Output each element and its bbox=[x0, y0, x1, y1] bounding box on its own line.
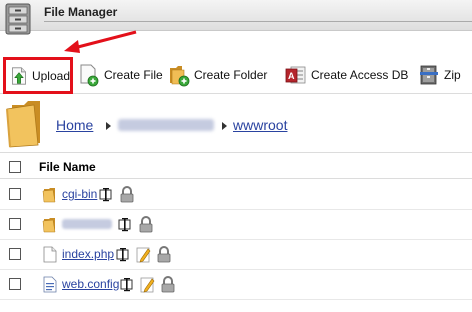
breadcrumb-domain-link[interactable] bbox=[118, 119, 214, 131]
annotation-arrow-icon bbox=[64, 30, 137, 53]
file-manager-icon bbox=[5, 3, 31, 35]
folder-icon bbox=[6, 101, 40, 148]
zip-icon bbox=[420, 65, 438, 85]
title-bar: File Manager bbox=[0, 0, 472, 35]
rename-icon[interactable] bbox=[116, 246, 132, 263]
config-file-icon bbox=[43, 276, 57, 293]
create-folder-label: Create Folder bbox=[194, 68, 268, 82]
file-link[interactable]: index.php bbox=[62, 247, 114, 261]
breadcrumb: Home wwwroot bbox=[0, 95, 472, 153]
upload-label: Upload bbox=[31, 68, 70, 83]
create-file-label: Create File bbox=[104, 68, 163, 82]
row-checkbox[interactable] bbox=[9, 278, 21, 290]
zip-button[interactable]: Zip bbox=[418, 60, 461, 90]
table-row: index.php bbox=[0, 240, 472, 270]
access-db-icon: A bbox=[285, 66, 306, 84]
row-checkbox[interactable] bbox=[9, 248, 21, 260]
breadcrumb-separator-icon bbox=[222, 122, 227, 130]
title-divider bbox=[44, 21, 472, 22]
table-row: web.config bbox=[0, 270, 472, 300]
lock-icon[interactable] bbox=[138, 216, 154, 233]
upload-button[interactable]: Upload bbox=[3, 57, 73, 94]
toolbar: Upload Create File Create Folder A Creat… bbox=[0, 56, 472, 94]
lock-icon[interactable] bbox=[156, 246, 172, 263]
table-row: cgi-bin bbox=[0, 180, 472, 210]
upload-icon bbox=[12, 66, 26, 85]
create-folder-icon bbox=[170, 66, 190, 87]
page-title: File Manager bbox=[44, 5, 118, 19]
zip-label: Zip bbox=[444, 68, 461, 82]
folder-icon bbox=[42, 218, 56, 233]
row-checkbox[interactable] bbox=[9, 188, 21, 200]
breadcrumb-separator-icon bbox=[106, 122, 111, 130]
edit-icon[interactable] bbox=[140, 276, 156, 293]
row-checkbox[interactable] bbox=[9, 218, 21, 230]
table-row bbox=[0, 210, 472, 240]
folder-icon bbox=[42, 188, 56, 203]
file-link[interactable]: web.config bbox=[62, 277, 119, 291]
edit-icon[interactable] bbox=[136, 246, 152, 263]
svg-text:A: A bbox=[288, 71, 295, 81]
file-icon bbox=[43, 246, 57, 263]
table-header: File Name bbox=[0, 155, 472, 179]
column-header-file-name: File Name bbox=[39, 160, 96, 174]
create-folder-button[interactable]: Create Folder bbox=[168, 60, 267, 90]
rename-icon[interactable] bbox=[118, 216, 134, 233]
create-file-button[interactable]: Create File bbox=[78, 60, 163, 90]
lock-icon[interactable] bbox=[119, 186, 135, 203]
file-link[interactable]: cgi-bin bbox=[62, 187, 97, 201]
create-file-icon bbox=[80, 64, 99, 87]
lock-icon[interactable] bbox=[160, 276, 176, 293]
breadcrumb-home-link[interactable]: Home bbox=[56, 117, 93, 133]
create-access-db-button[interactable]: A Create Access DB bbox=[285, 60, 408, 90]
file-link[interactable] bbox=[62, 219, 112, 229]
breadcrumb-current-link[interactable]: wwwroot bbox=[233, 117, 287, 133]
rename-icon[interactable] bbox=[99, 186, 115, 203]
rename-icon[interactable] bbox=[120, 276, 136, 293]
select-all-checkbox[interactable] bbox=[9, 161, 21, 173]
create-access-db-label: Create Access DB bbox=[311, 68, 409, 82]
